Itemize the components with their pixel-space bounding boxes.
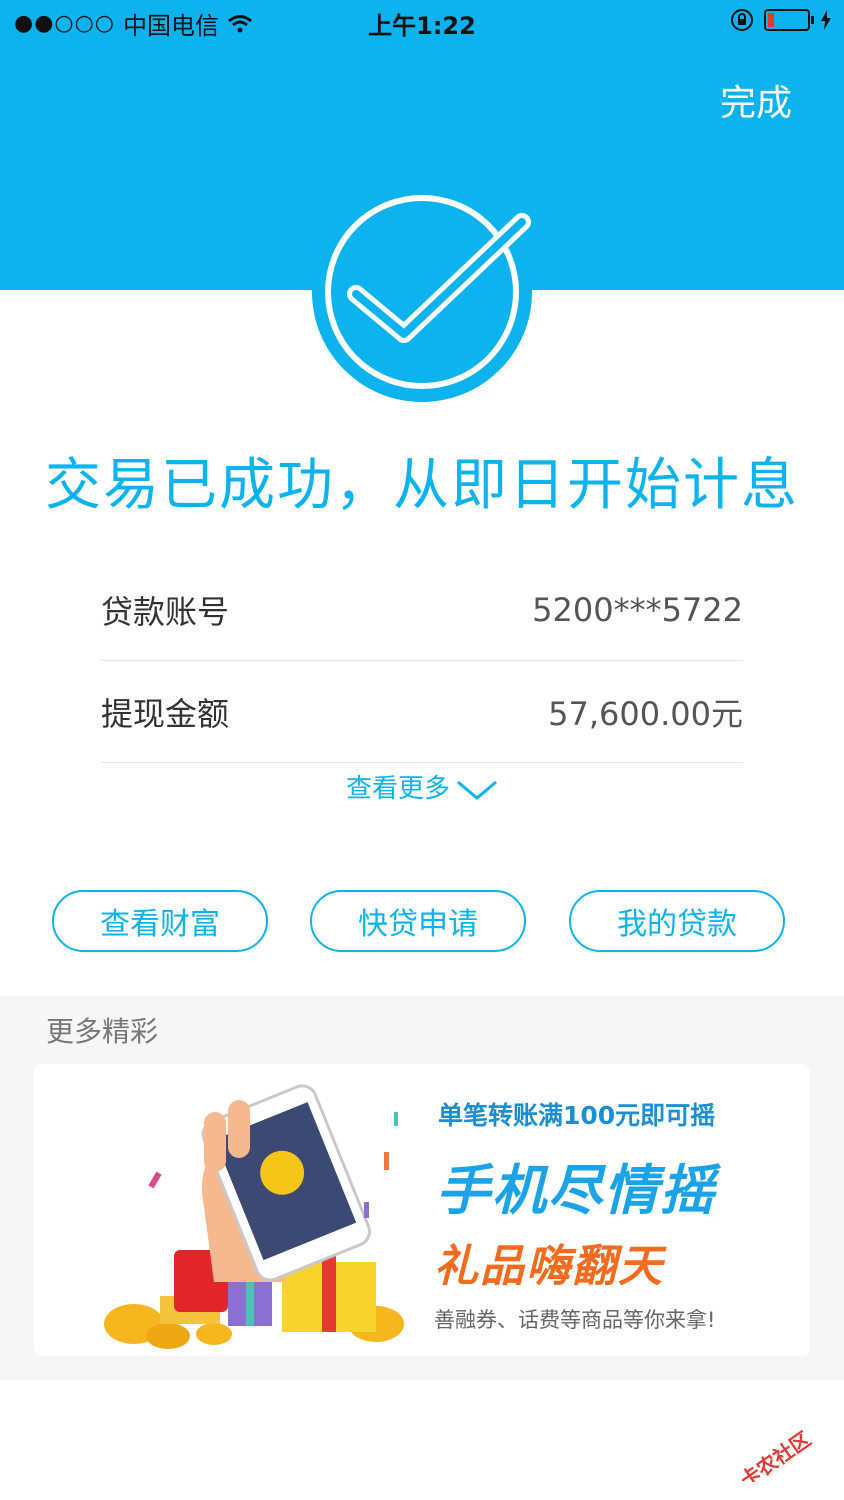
watermark-logo: 卡农社区	[736, 1427, 815, 1482]
check-circle-icon	[312, 182, 532, 402]
loan-account-label: 贷款账号	[101, 593, 230, 631]
more-section-title: 更多精彩	[46, 1015, 159, 1048]
lock-rotation-icon	[731, 9, 753, 31]
view-wealth-button[interactable]: 查看财富	[52, 890, 268, 952]
promo-line4: 善融券、话费等商品等你来拿!	[434, 1308, 716, 1332]
view-more-link[interactable]: 查看更多	[0, 768, 844, 805]
svg-text:卡农社区: 卡农社区	[736, 1427, 815, 1482]
withdraw-amount-value: 57,600.00元	[548, 695, 743, 733]
promo-illustration	[104, 1084, 404, 1349]
my-loans-button[interactable]: 我的贷款	[569, 890, 785, 952]
promo-line2: 手机尽情摇	[436, 1159, 716, 1222]
loan-account-row: 贷款账号 5200***5722	[101, 560, 743, 661]
quick-loan-button[interactable]: 快贷申请	[310, 890, 526, 952]
battery-icon	[764, 9, 814, 31]
charging-icon	[821, 10, 831, 30]
promo-line3: 礼品嗨翻天	[434, 1241, 664, 1292]
withdraw-amount-label: 提现金额	[101, 695, 230, 733]
chevron-down-icon	[457, 780, 497, 800]
promo-banner[interactable]: 单笔转账满100元即可摇 手机尽情摇 礼品嗨翻天 善融券、话费等商品等你来拿!	[34, 1064, 810, 1356]
loan-account-value: 5200***5722	[532, 591, 743, 629]
withdraw-amount-row: 提现金额 57,600.00元	[101, 662, 743, 763]
more-section: 更多精彩 单笔转账满100元即可摇 手机尽情摇 礼品嗨翻天 善融券、话费等商品等…	[0, 996, 844, 1380]
success-message: 交易已成功，从即日开始计息	[45, 453, 799, 518]
clock: 上午1:22	[368, 12, 476, 40]
status-bar: ●●○○○ 中国电信 上午1:22	[0, 0, 844, 44]
view-more-label: 查看更多	[345, 774, 450, 804]
done-button[interactable]: 完成	[720, 74, 792, 126]
promo-line1: 单笔转账满100元即可摇	[438, 1101, 716, 1130]
